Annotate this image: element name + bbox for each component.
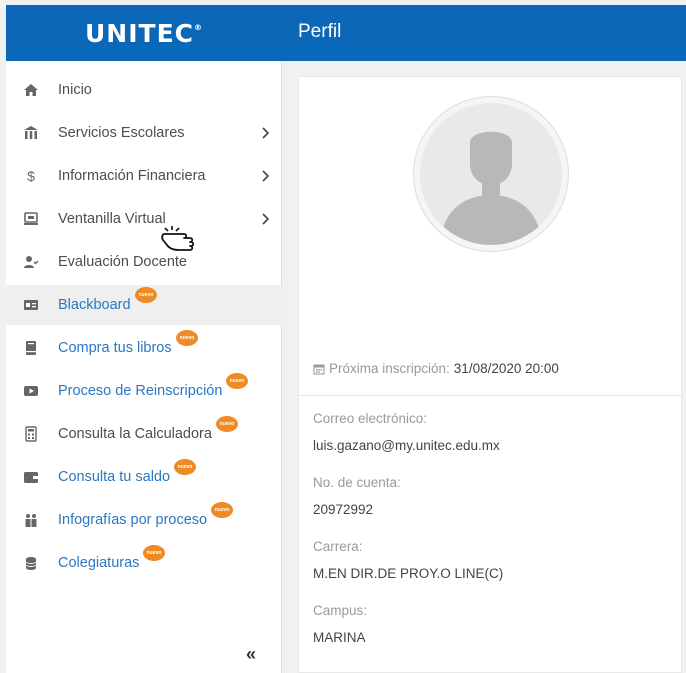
school-icon bbox=[22, 124, 40, 142]
sidebar-item-colegiaturas[interactable]: Colegiaturas nuevo bbox=[6, 543, 282, 583]
sidebar-item-blackboard[interactable]: Blackboard nuevo bbox=[6, 285, 282, 325]
sidebar-item-consulta-la-calculadora[interactable]: Consulta la Calculadora nuevo bbox=[6, 414, 282, 454]
new-badge: nuevo bbox=[176, 330, 198, 346]
new-badge: nuevo bbox=[135, 287, 157, 303]
account-number-label: No. de cuenta: bbox=[313, 475, 401, 490]
hand-pointer-icon bbox=[161, 226, 195, 251]
home-icon bbox=[22, 81, 40, 99]
people-icon bbox=[22, 511, 40, 529]
play-icon bbox=[22, 382, 40, 400]
coins-icon bbox=[22, 554, 40, 572]
sidebar: Inicio Servicios Escolares $ Información… bbox=[6, 61, 282, 673]
next-enrollment: Próxima inscripción: 31/08/2020 20:00 bbox=[313, 361, 559, 376]
brand-name: UNITEC® bbox=[84, 18, 203, 48]
new-badge: nuevo bbox=[143, 545, 165, 561]
sidebar-item-label: Proceso de Reinscripción bbox=[58, 383, 223, 399]
sidebar-item-label: Colegiaturas bbox=[58, 555, 140, 571]
new-badge: nuevo bbox=[226, 373, 248, 389]
profile-card: Próxima inscripción: 31/08/2020 20:00 Co… bbox=[298, 76, 683, 673]
sidebar-item-label: Inicio bbox=[58, 82, 92, 98]
sidebar-item-ventanilla-virtual[interactable]: Ventanilla Virtual bbox=[6, 199, 282, 239]
user-silhouette-icon bbox=[420, 103, 562, 245]
id-card-icon bbox=[22, 296, 40, 314]
sidebar-item-servicios-escolares[interactable]: Servicios Escolares bbox=[6, 113, 282, 153]
new-badge: nuevo bbox=[211, 502, 233, 518]
divider bbox=[299, 395, 683, 396]
campus-label: Campus: bbox=[313, 603, 368, 618]
chevron-right-icon bbox=[262, 213, 270, 225]
career-value: M.EN DIR.DE PROY.O LINE(C) bbox=[313, 566, 504, 581]
sidebar-item-label: Servicios Escolares bbox=[58, 125, 185, 141]
sidebar-item-label: Compra tus libros bbox=[58, 340, 172, 356]
book-icon bbox=[22, 339, 40, 357]
sidebar-item-compra-tus-libros[interactable]: Compra tus libros nuevo bbox=[6, 328, 282, 368]
monitor-icon bbox=[22, 210, 40, 228]
new-badge: nuevo bbox=[216, 416, 238, 432]
collapse-sidebar-button[interactable]: « bbox=[246, 644, 256, 665]
sidebar-item-infografias-por-proceso[interactable]: Infografías por proceso nuevo bbox=[6, 500, 282, 540]
sidebar-item-label: Infografías por proceso bbox=[58, 512, 208, 528]
sidebar-item-informacion-financiera[interactable]: $ Información Financiera bbox=[6, 156, 282, 196]
next-enrollment-value: 31/08/2020 20:00 bbox=[453, 361, 559, 376]
page-title: Perfil bbox=[298, 21, 342, 42]
account-number-value: 20972992 bbox=[313, 502, 374, 517]
sidebar-item-inicio[interactable]: Inicio bbox=[6, 70, 282, 110]
new-badge: nuevo bbox=[174, 459, 196, 475]
sidebar-item-label: Ventanilla Virtual bbox=[58, 211, 166, 227]
sidebar-item-label: Consulta la Calculadora bbox=[58, 426, 212, 442]
sidebar-item-label: Blackboard bbox=[58, 297, 131, 313]
user-check-icon bbox=[22, 253, 40, 271]
brand-logo[interactable]: UNITEC® bbox=[6, 5, 282, 61]
sidebar-item-label: Evaluación Docente bbox=[58, 254, 187, 270]
sidebar-item-label: Información Financiera bbox=[58, 168, 206, 184]
next-enrollment-label: Próxima inscripción: bbox=[329, 361, 450, 376]
email-label: Correo electrónico: bbox=[313, 411, 428, 426]
sidebar-item-label: Consulta tu saldo bbox=[58, 469, 171, 485]
sidebar-item-consulta-tu-saldo[interactable]: Consulta tu saldo nuevo bbox=[6, 457, 282, 497]
chevron-right-icon bbox=[262, 127, 270, 139]
wallet-icon bbox=[22, 468, 40, 486]
top-bar: Perfil bbox=[282, 5, 686, 61]
calendar-icon bbox=[313, 364, 325, 374]
career-label: Carrera: bbox=[313, 539, 363, 554]
campus-value: MARINA bbox=[313, 630, 366, 645]
avatar bbox=[414, 97, 568, 251]
sidebar-item-evaluacion-docente[interactable]: Evaluación Docente bbox=[6, 242, 282, 282]
email-value: luis.gazano@my.unitec.edu.mx bbox=[313, 438, 500, 453]
sidebar-item-proceso-de-reinscripcion[interactable]: Proceso de Reinscripción nuevo bbox=[6, 371, 282, 411]
chevron-right-icon bbox=[262, 170, 270, 182]
dollar-icon: $ bbox=[27, 168, 35, 184]
calculator-icon bbox=[22, 425, 40, 443]
